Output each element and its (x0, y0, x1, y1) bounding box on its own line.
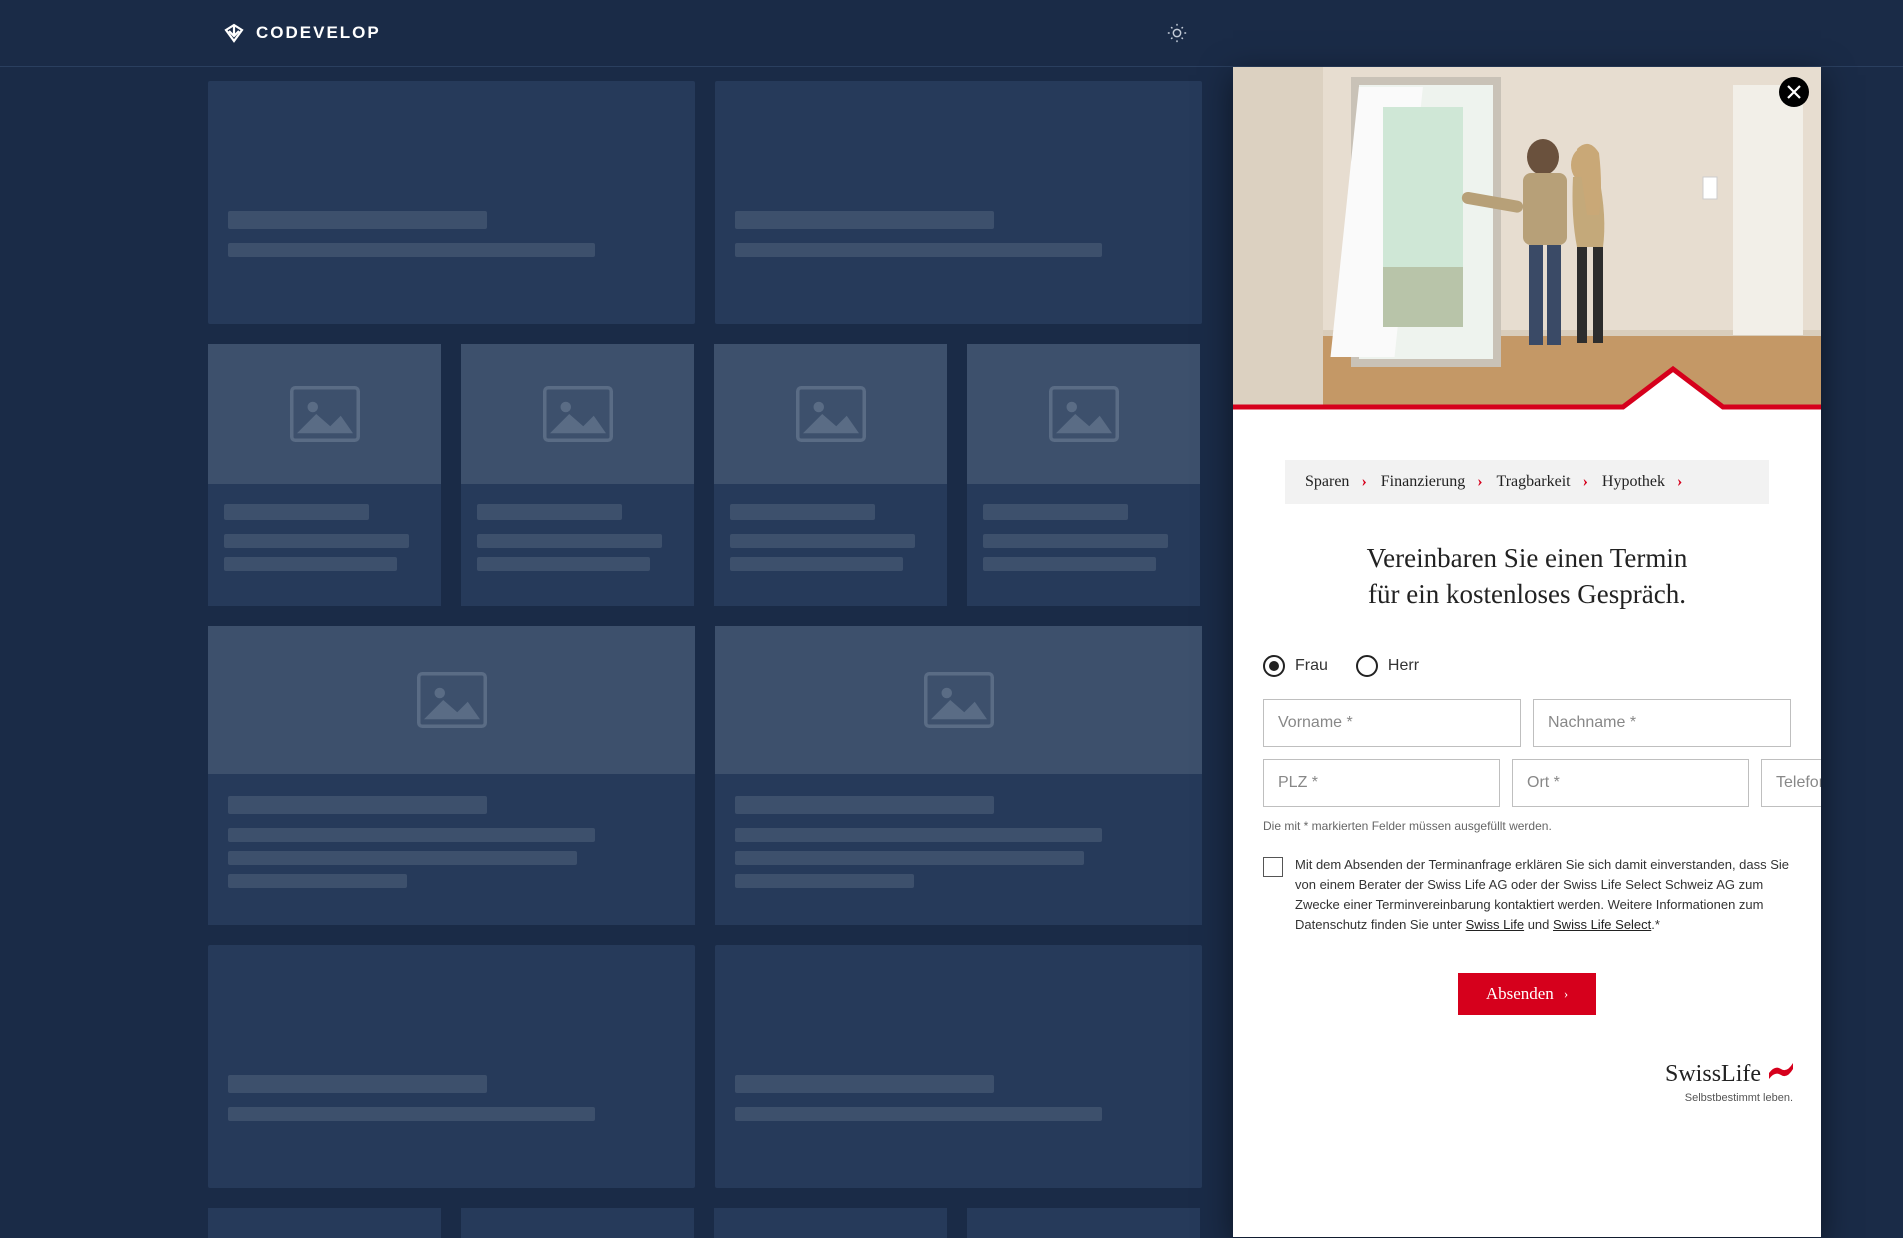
plz-field[interactable] (1263, 759, 1500, 807)
close-button[interactable] (1779, 77, 1809, 107)
step-label: Hypothek (1602, 473, 1665, 491)
site-logo[interactable]: CODEVELOP (222, 21, 381, 45)
skeleton-card (461, 344, 694, 606)
radio-herr[interactable]: Herr (1356, 655, 1419, 677)
skeleton-card (208, 344, 441, 606)
skeleton-card (714, 344, 947, 606)
modal-hero-image (1233, 67, 1821, 415)
brand-tagline: Selbstbestimmt leben. (1261, 1092, 1793, 1104)
consent-row: Mit dem Absenden der Terminanfrage erklä… (1263, 855, 1791, 936)
skeleton-card (461, 1208, 694, 1238)
radio-label: Herr (1388, 657, 1419, 675)
nachname-field[interactable] (1533, 699, 1791, 747)
submit-label: Absenden (1486, 984, 1554, 1004)
skeleton-card (714, 1208, 947, 1238)
ort-field[interactable] (1512, 759, 1749, 807)
skeleton-card (208, 81, 695, 324)
skeleton-card (208, 945, 695, 1188)
chevron-right-icon: › (1583, 473, 1588, 491)
radio-frau[interactable]: Frau (1263, 655, 1328, 677)
heading-line: für ein kostenloses Gespräch. (1368, 579, 1686, 609)
appointment-modal: Sparen › Finanzierung › Tragbarkeit › Hypot… (1233, 67, 1821, 1237)
skeleton-card (208, 626, 695, 925)
consent-text: Mit dem Absenden der Terminanfrage erklä… (1295, 855, 1791, 936)
chevron-right-icon: › (1677, 473, 1682, 491)
step-label: Sparen (1305, 473, 1349, 491)
modal-heading: Vereinbaren Sie einen Termin für ein kos… (1285, 540, 1769, 613)
modal-footer-brand: SwissLife Selbstbestimmt leben. (1233, 1061, 1821, 1118)
brand-name: SwissLife (1665, 1061, 1761, 1088)
vorname-field[interactable] (1263, 699, 1521, 747)
chevron-right-icon: › (1361, 473, 1366, 491)
telefon-field[interactable] (1761, 759, 1821, 807)
skeleton-card (208, 1208, 441, 1238)
swiss-flag-icon (1767, 1061, 1793, 1081)
chevron-right-icon: › (1564, 986, 1568, 1002)
theme-toggle-icon[interactable] (1166, 22, 1188, 44)
skeleton-card (967, 344, 1200, 606)
skeleton-card (715, 626, 1202, 925)
skeleton-card (715, 81, 1202, 324)
consent-checkbox[interactable] (1263, 857, 1283, 877)
close-icon (1787, 85, 1801, 99)
appointment-form: Frau Herr Die mit * markierten Felder mü… (1233, 655, 1821, 1016)
skeleton-card (967, 1208, 1200, 1238)
heading-line: Vereinbaren Sie einen Termin (1367, 543, 1688, 573)
step-label: Tragbarkeit (1497, 473, 1571, 491)
breadcrumb-steps: Sparen › Finanzierung › Tragbarkeit › Hypot… (1285, 460, 1769, 504)
privacy-link-swisslife[interactable]: Swiss Life (1466, 917, 1525, 932)
step-label: Finanzierung (1381, 473, 1465, 491)
logo-text: CODEVELOP (256, 23, 381, 43)
privacy-link-swisslife-select[interactable]: Swiss Life Select (1553, 917, 1651, 932)
logo-icon (222, 21, 246, 45)
chevron-right-icon: › (1477, 473, 1482, 491)
skeleton-card (715, 945, 1202, 1188)
radio-label: Frau (1295, 657, 1328, 675)
submit-button[interactable]: Absenden › (1458, 973, 1596, 1015)
topbar: CODEVELOP (0, 0, 1903, 67)
required-hint: Die mit * markierten Felder müssen ausge… (1263, 819, 1791, 833)
